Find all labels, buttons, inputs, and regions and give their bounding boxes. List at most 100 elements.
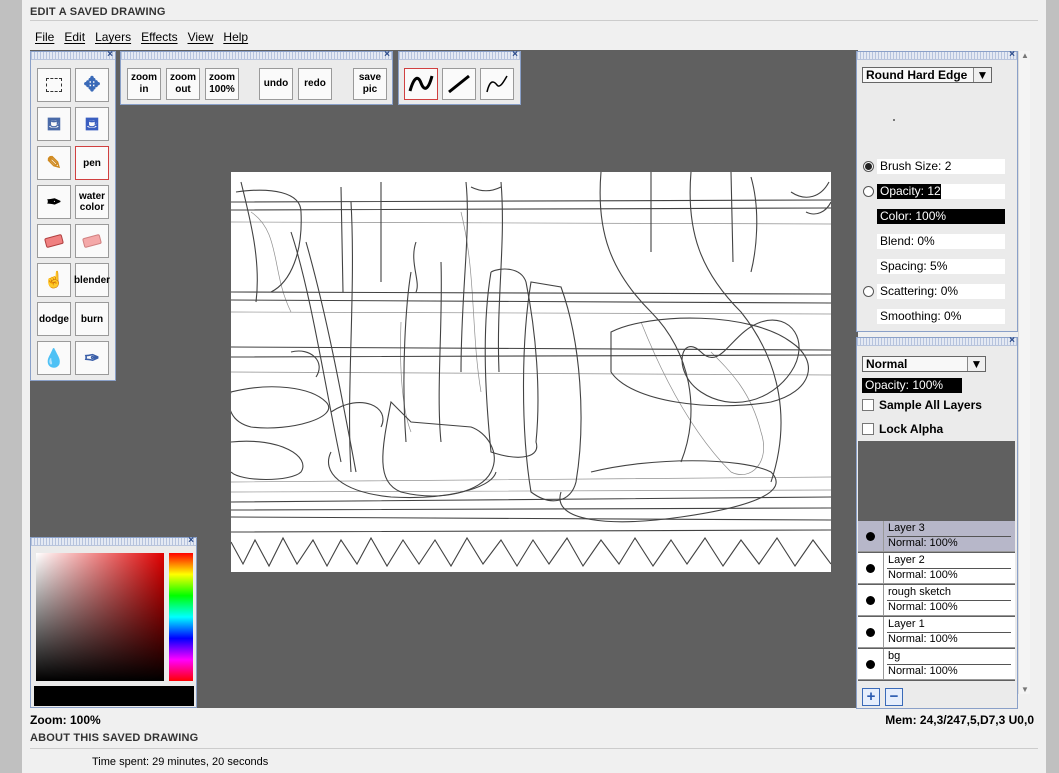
close-icon[interactable]: × [1009,335,1015,346]
smudge-tool[interactable]: ☝ [37,263,71,297]
menu-help[interactable]: Help [218,28,253,48]
pen-tool[interactable]: pen [75,146,109,180]
brush-size-slider[interactable]: Brush Size: 2 [877,159,1005,174]
view-toolbar: × zoom in zoom out zoom 100% undo redo s… [120,49,393,105]
layer-name: Layer 2 [888,554,925,566]
lock-alpha-label: Lock Alpha [879,422,944,436]
visibility-toggle[interactable] [858,585,884,616]
zoom-100-button[interactable]: zoom 100% [205,68,239,100]
blender-tool[interactable]: blender [74,263,110,297]
curve-stroke-button[interactable] [480,68,514,100]
paint-bucket-icon: ⛾ [46,113,62,134]
spacing-slider[interactable]: Spacing: 5% [877,259,1005,274]
airbrush-tool[interactable]: ✒ [37,185,71,219]
blend-mode-value: Normal [866,357,908,371]
airbrush-icon: ✒ [46,191,62,212]
soft-eraser-tool[interactable] [75,224,109,258]
panel-grip[interactable]: × [857,335,1017,346]
layer-row[interactable]: rough sketch Normal: 100% [858,585,1015,616]
menu-edit[interactable]: Edit [59,28,90,48]
blur-tool[interactable]: 💧 [37,341,71,375]
layer-row[interactable]: bg Normal: 100% [858,649,1015,680]
water-color-tool[interactable]: water color [75,185,109,219]
menu-view[interactable]: View [183,28,219,48]
scattering-radio[interactable] [863,286,874,297]
page-title: EDIT A SAVED DRAWING [30,6,166,18]
visibility-toggle[interactable] [858,553,884,584]
visibility-toggle[interactable] [858,649,884,680]
layer-name: Layer 1 [888,618,925,630]
opacity-slider[interactable]: Opacity: 128 [877,184,1005,199]
panel-grip[interactable]: × [399,49,520,60]
current-color-swatch[interactable] [34,686,194,706]
visibility-dot-icon [866,564,875,573]
drawing-canvas[interactable] [231,172,831,572]
panel-grip[interactable]: × [31,535,196,546]
opacity-radio[interactable] [863,186,874,197]
layer-row[interactable]: Layer 1 Normal: 100% [858,617,1015,648]
menu-file[interactable]: File [30,28,59,48]
close-icon[interactable]: × [188,535,194,546]
panel-grip[interactable]: × [31,49,115,60]
close-icon[interactable]: × [512,49,518,60]
zoom-in-button[interactable]: zoom in [127,68,161,100]
close-icon[interactable]: × [107,49,113,60]
visibility-toggle[interactable] [858,617,884,648]
tools-panel: × ✥ ⛾ ⛾ ✎ pen ✒ water color ☝ blender do… [30,49,116,381]
panel-grip[interactable]: × [857,49,1017,60]
blend-slider[interactable]: Blend: 0% [877,234,1005,249]
lock-alpha-checkbox[interactable] [862,423,874,435]
dodge-tool[interactable]: dodge [37,302,71,336]
layer-mode: Normal: 100% [888,633,958,645]
redo-button[interactable]: redo [298,68,332,100]
add-layer-button[interactable]: + [862,688,880,706]
pencil-tool[interactable]: ✎ [37,146,71,180]
color-slider[interactable]: Color: 100% [877,209,1005,224]
brush-preset-select[interactable]: Round Hard Edge ▼ [862,67,992,83]
save-pic-button[interactable]: save pic [353,68,387,100]
sample-all-layers-label: Sample All Layers [879,398,982,412]
line-stroke-button[interactable] [442,68,476,100]
delete-layer-button[interactable]: − [885,688,903,706]
soft-eraser-icon [82,233,102,249]
blend-mode-select[interactable]: Normal ▼ [862,356,986,372]
scroll-down-icon[interactable]: ▼ [1021,685,1029,694]
fill-pattern-tool[interactable]: ⛾ [75,107,109,141]
divider [30,20,1038,21]
fill-tool[interactable]: ⛾ [37,107,71,141]
app-page: EDIT A SAVED DRAWING File Edit Layers Ef… [22,0,1046,773]
layers-panel: × Normal ▼ Opacity: 100% Sample All Laye… [856,335,1018,709]
eraser-tool[interactable] [37,224,71,258]
eyedropper-tool[interactable]: ✑ [75,341,109,375]
brush-size-radio[interactable] [863,161,874,172]
scattering-slider[interactable]: Scattering: 0% [877,284,1005,299]
menu-layers[interactable]: Layers [90,28,136,48]
scroll-up-icon[interactable]: ▲ [1021,51,1029,60]
burn-tool[interactable]: burn [75,302,109,336]
layer-opacity-slider[interactable]: Opacity: 100% [862,378,962,393]
smoothing-slider[interactable]: Smoothing: 0% [877,309,1005,324]
vertical-scrollbar[interactable]: ▲ ▼ [1018,51,1030,694]
saturation-value-field[interactable] [36,553,164,681]
close-icon[interactable]: × [384,49,390,60]
freehand-stroke-button[interactable] [404,68,438,100]
stroke-toolbar: × [398,49,521,105]
brush-settings-panel: × Round Hard Edge ▼ Brush Size: 2 Opacit… [856,49,1018,332]
undo-button[interactable]: undo [259,68,293,100]
chevron-down-icon: ▼ [973,68,991,82]
hue-slider[interactable] [169,553,193,681]
water-drop-icon: 💧 [42,347,66,368]
close-icon[interactable]: × [1009,49,1015,60]
visibility-toggle[interactable] [858,521,884,552]
visibility-dot-icon [866,532,875,541]
menu-effects[interactable]: Effects [136,28,182,48]
layer-row[interactable]: Layer 3 Normal: 100% [858,521,1015,552]
move-tool[interactable]: ✥ [75,68,109,102]
zoom-out-button[interactable]: zoom out [166,68,200,100]
layer-row[interactable]: Layer 2 Normal: 100% [858,553,1015,584]
freehand-curve-icon [408,75,434,92]
panel-grip[interactable]: × [121,49,392,60]
sample-all-layers-checkbox[interactable] [862,399,874,411]
select-rect-tool[interactable] [37,68,71,102]
chevron-down-icon: ▼ [967,357,985,371]
